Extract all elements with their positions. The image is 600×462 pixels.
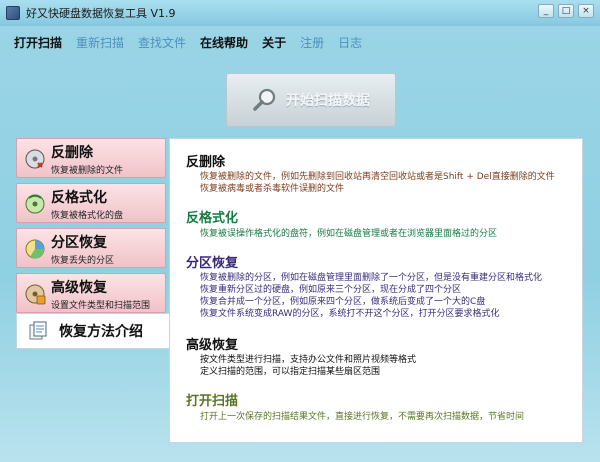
intro-panel: 反删除 恢复被删除的文件，例如先删除到回收站再清空回收站或者是Shift + D… [169,138,583,443]
unformat-disk-icon [25,194,45,214]
window-controls: _ □ × [538,4,594,18]
section-title-advanced-recovery: 高级恢复 [186,338,239,353]
sidebar-item-subtitle: 恢复丢失的分区 [51,256,115,266]
menu-online-help[interactable]: 在线帮助 [200,34,248,51]
menu-about[interactable]: 关于 [262,34,286,51]
menu-find-file[interactable]: 查找文件 [138,34,186,51]
sidebar-item-title: 恢复方法介绍 [59,324,143,340]
sidebar-item-title: 分区恢复 [51,235,107,251]
menu-log[interactable]: 日志 [338,34,362,51]
start-scan-button[interactable]: 开始扫描数据 [226,73,396,127]
sidebar-item-subtitle: 设置文件类型和扫描范围 [51,301,151,311]
sidebar-item-unformat[interactable]: 反格式化 恢复被格式化的盘 [16,183,166,223]
menu-bar: 打开扫描 重新扫描 查找文件 在线帮助 关于 注册 日志 [14,34,362,51]
menu-open-scan[interactable]: 打开扫描 [14,34,62,51]
section-line: 恢复文件系统变成RAW的分区，系统打不开这个分区，打开分区要求格式化 [200,309,500,319]
section-line: 恢复被病毒或者杀毒软件误删的文件 [200,184,345,194]
partition-disk-icon [25,239,45,259]
section-title-undelete: 反删除 [186,155,226,170]
magnifier-icon [253,88,276,111]
sidebar-item-recovery-methods[interactable]: 恢复方法介绍 [16,313,170,349]
sidebar-item-title: 高级恢复 [51,280,107,296]
sidebar-item-undelete[interactable]: 反删除 恢复被删除的文件 [16,138,166,178]
advanced-disk-icon [25,284,46,305]
app-icon [6,6,20,20]
sidebar-item-advanced-recovery[interactable]: 高级恢复 设置文件类型和扫描范围 [16,273,166,313]
sidebar-item-title: 反格式化 [51,190,107,206]
section-line: 定义扫描的范围，可以指定扫描某些扇区范围 [200,367,381,377]
minimize-button[interactable]: _ [538,4,554,18]
close-button[interactable]: × [578,4,594,18]
sidebar-item-title: 反删除 [51,145,93,161]
section-title-unformat: 反格式化 [186,211,239,226]
section-line: 恢复被误操作格式化的盘符，例如在磁盘管理或者在浏览器里面格过的分区 [200,229,498,239]
menu-rescan[interactable]: 重新扫描 [76,34,124,51]
section-line: 打开上一次保存的扫描结果文件，直接进行恢复，不需要再次扫描数据，节省时间 [200,412,525,422]
sidebar-item-subtitle: 恢复被格式化的盘 [51,211,124,221]
section-title-partition-recovery: 分区恢复 [186,256,239,271]
undelete-disk-icon [25,149,45,169]
app-window: 好又快硬盘数据恢复工具 V1.9 _ □ × 打开扫描 重新扫描 查找文件 在线… [0,0,600,462]
section-title-open-scan: 打开扫描 [186,394,239,409]
start-scan-label: 开始扫描数据 [286,93,370,109]
menu-register[interactable]: 注册 [300,34,324,51]
maximize-button[interactable]: □ [558,4,574,18]
sidebar-item-subtitle: 恢复被删除的文件 [51,166,124,176]
window-title: 好又快硬盘数据恢复工具 V1.9 [26,7,176,20]
documents-icon [29,321,47,340]
sidebar: 反删除 恢复被删除的文件 反格式化 恢复被格式化的盘 分区恢复 恢复丢失的分区 [16,138,166,318]
title-bar[interactable]: 好又快硬盘数据恢复工具 V1.9 _ □ × [0,0,600,26]
sidebar-item-partition-recovery[interactable]: 分区恢复 恢复丢失的分区 [16,228,166,268]
